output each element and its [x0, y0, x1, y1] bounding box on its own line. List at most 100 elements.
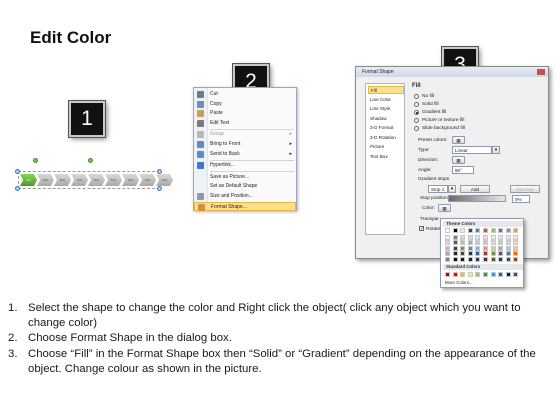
- standard-color-swatch[interactable]: [505, 272, 511, 277]
- theme-color-swatch[interactable]: [483, 228, 488, 233]
- stop-position-input[interactable]: 0%: [512, 195, 530, 203]
- theme-shade-swatch[interactable]: [483, 245, 488, 251]
- theme-shade-swatch[interactable]: [475, 235, 481, 240]
- theme-shade-swatch[interactable]: [490, 256, 496, 262]
- theme-shade-swatch[interactable]: [452, 251, 458, 257]
- theme-shade-swatch[interactable]: [513, 245, 519, 251]
- theme-shade-swatch[interactable]: [490, 245, 496, 251]
- direction-button[interactable]: ▦: [452, 156, 465, 164]
- add-stop-button[interactable]: Add: [460, 185, 490, 193]
- remove-stop-button[interactable]: Remove: [510, 185, 540, 193]
- standard-color-swatch[interactable]: [513, 272, 519, 277]
- standard-color-swatch[interactable]: [467, 272, 473, 277]
- menu-item-group[interactable]: Group ▸: [194, 130, 296, 139]
- theme-color-swatch[interactable]: [490, 228, 496, 233]
- sidebar-item-3-d-rotation[interactable]: 3-D Rotation: [368, 134, 404, 142]
- menu-item-edit-text[interactable]: Edit Text: [194, 119, 296, 128]
- chevron-down-icon[interactable]: ▾: [448, 185, 456, 193]
- theme-shade-swatch[interactable]: [490, 240, 496, 246]
- theme-shade-swatch[interactable]: [513, 251, 519, 257]
- theme-shade-swatch[interactable]: [445, 256, 450, 262]
- rotation-handle[interactable]: [33, 158, 38, 163]
- theme-shade-swatch[interactable]: [505, 235, 511, 240]
- theme-shade-swatch[interactable]: [513, 256, 519, 262]
- type-select[interactable]: Linear: [452, 146, 492, 154]
- menu-item-bring-to-front[interactable]: Bring to Front ▸: [194, 140, 296, 149]
- theme-shade-swatch[interactable]: [498, 251, 504, 257]
- process-arrow-shape[interactable]: Ga Text Text Text Text Text Text Text Text: [14, 156, 173, 196]
- theme-shade-swatch[interactable]: [452, 256, 458, 262]
- theme-color-swatch[interactable]: [467, 228, 473, 233]
- sidebar-item-shadow[interactable]: Shadow: [368, 115, 404, 123]
- rotate-checkbox[interactable]: ✓: [419, 226, 424, 232]
- menu-item-set-as-default-shape[interactable]: Set as Default Shape: [194, 182, 296, 191]
- theme-shade-swatch[interactable]: [445, 240, 450, 246]
- sidebar-item-line-color[interactable]: Line Color: [368, 96, 404, 104]
- theme-shade-swatch[interactable]: [475, 245, 481, 251]
- menu-item-send-to-back[interactable]: Send to Back ▸: [194, 150, 296, 159]
- menu-item-hyperlink[interactable]: Hyperlink...: [194, 161, 296, 170]
- theme-shade-swatch[interactable]: [475, 251, 481, 257]
- theme-shade-swatch[interactable]: [505, 240, 511, 246]
- theme-shade-swatch[interactable]: [498, 245, 504, 251]
- theme-color-swatch[interactable]: [445, 228, 450, 233]
- color-picker-button[interactable]: ▦: [438, 204, 451, 212]
- theme-shade-swatch[interactable]: [505, 245, 511, 251]
- standard-color-swatch[interactable]: [483, 272, 488, 277]
- menu-item-cut[interactable]: Cut: [194, 90, 296, 99]
- menu-item-format-shape[interactable]: Format Shape...: [194, 201, 296, 211]
- angle-input[interactable]: 90°: [452, 166, 474, 174]
- theme-shade-swatch[interactable]: [483, 240, 488, 246]
- theme-shade-swatch[interactable]: [467, 251, 473, 257]
- fill-radio[interactable]: [414, 102, 419, 107]
- theme-shade-swatch[interactable]: [460, 251, 466, 257]
- chevron-down-icon[interactable]: ▾: [492, 146, 500, 154]
- theme-shade-swatch[interactable]: [467, 235, 473, 240]
- theme-shade-swatch[interactable]: [475, 240, 481, 246]
- theme-shade-swatch[interactable]: [498, 256, 504, 262]
- theme-color-swatch[interactable]: [475, 228, 481, 233]
- fill-radio[interactable]: [414, 126, 419, 131]
- resize-handle[interactable]: [157, 186, 162, 191]
- sidebar-item-text-box[interactable]: Text Box: [368, 153, 404, 161]
- theme-color-swatch[interactable]: [505, 228, 511, 233]
- theme-shade-swatch[interactable]: [475, 256, 481, 262]
- standard-color-swatch[interactable]: [475, 272, 481, 277]
- stop-select[interactable]: Stop 1: [428, 185, 448, 193]
- theme-shade-swatch[interactable]: [460, 240, 466, 246]
- resize-handle[interactable]: [15, 186, 20, 191]
- theme-color-swatch[interactable]: [513, 228, 519, 233]
- theme-shade-swatch[interactable]: [467, 240, 473, 246]
- sidebar-item-line-style[interactable]: Line Style: [368, 105, 404, 113]
- theme-shade-swatch[interactable]: [467, 245, 473, 251]
- stop-position-slider[interactable]: [448, 195, 506, 202]
- preset-colors-button[interactable]: ▦: [452, 136, 465, 144]
- fill-radio[interactable]: [414, 110, 419, 115]
- theme-shade-swatch[interactable]: [445, 245, 450, 251]
- theme-shade-swatch[interactable]: [513, 235, 519, 240]
- theme-shade-swatch[interactable]: [445, 235, 450, 240]
- theme-shade-swatch[interactable]: [467, 256, 473, 262]
- theme-shade-swatch[interactable]: [452, 240, 458, 246]
- theme-shade-swatch[interactable]: [513, 240, 519, 246]
- theme-color-swatch[interactable]: [460, 228, 466, 233]
- theme-shade-swatch[interactable]: [490, 251, 496, 257]
- menu-item-paste[interactable]: Paste: [194, 109, 296, 118]
- more-colors-link[interactable]: More Colors...: [445, 280, 473, 285]
- fill-radio[interactable]: [414, 94, 419, 99]
- theme-shade-swatch[interactable]: [452, 235, 458, 240]
- theme-shade-swatch[interactable]: [483, 256, 488, 262]
- menu-item-copy[interactable]: Copy: [194, 100, 296, 109]
- fill-radio[interactable]: [414, 118, 419, 123]
- theme-shade-swatch[interactable]: [460, 235, 466, 240]
- theme-shade-swatch[interactable]: [483, 235, 488, 240]
- standard-color-swatch[interactable]: [490, 272, 496, 277]
- sidebar-item-3-d-format[interactable]: 3-D Format: [368, 124, 404, 132]
- theme-shade-swatch[interactable]: [460, 245, 466, 251]
- close-icon[interactable]: [537, 69, 545, 75]
- theme-shade-swatch[interactable]: [505, 256, 511, 262]
- theme-shade-swatch[interactable]: [452, 245, 458, 251]
- sidebar-item-fill[interactable]: Fill: [368, 86, 404, 94]
- standard-color-swatch[interactable]: [445, 272, 450, 277]
- standard-color-swatch[interactable]: [498, 272, 504, 277]
